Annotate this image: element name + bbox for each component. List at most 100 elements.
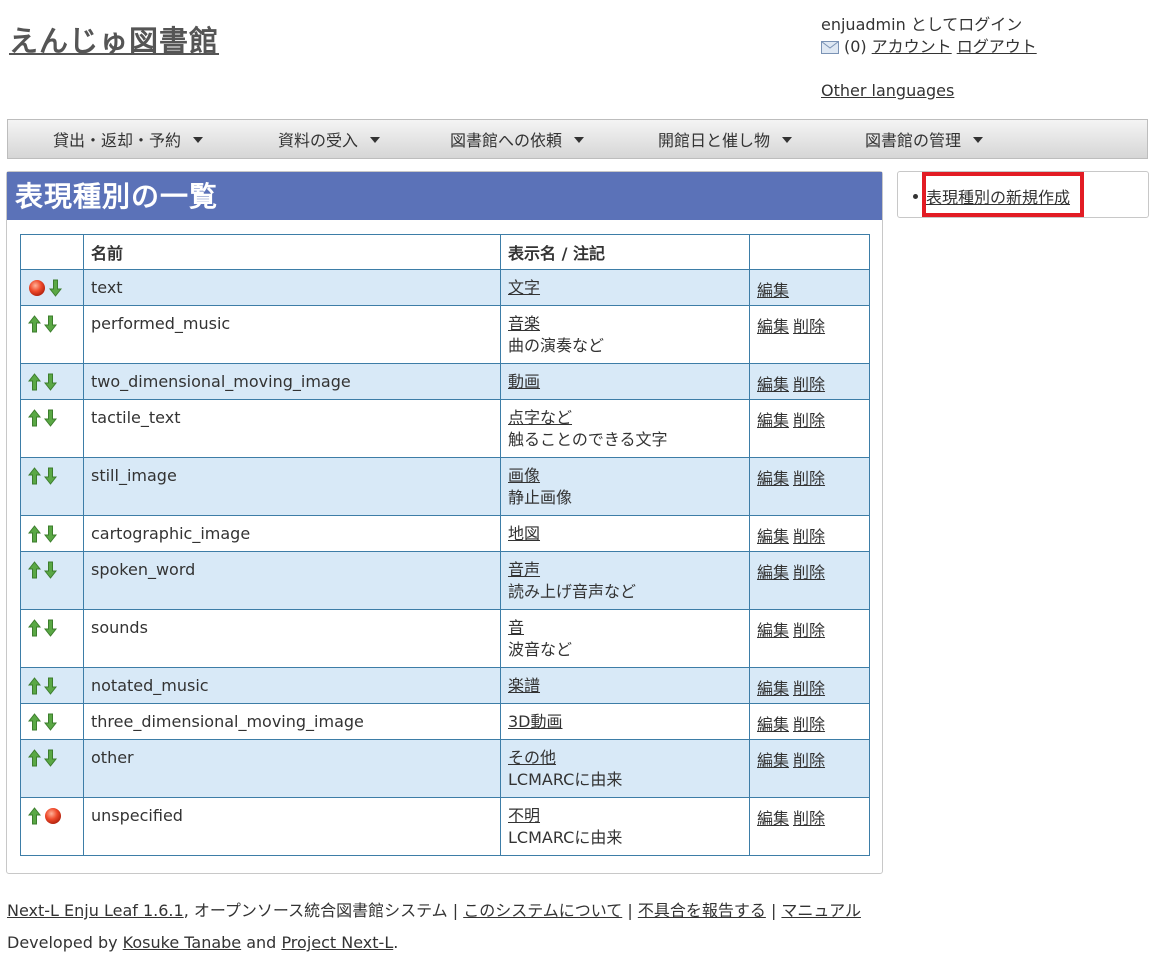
- delete-link[interactable]: 削除: [793, 411, 825, 430]
- edit-link[interactable]: 編集: [757, 469, 789, 488]
- manual-link[interactable]: マニュアル: [781, 901, 861, 920]
- content-type-name: other: [91, 748, 134, 767]
- display-name-link[interactable]: 3D動画: [508, 711, 742, 733]
- arrow-down-icon[interactable]: [44, 467, 57, 485]
- edit-link[interactable]: 編集: [757, 715, 789, 734]
- edit-link[interactable]: 編集: [757, 679, 789, 698]
- display-name-link[interactable]: 文字: [508, 277, 742, 299]
- name-cell: unspecified: [83, 797, 501, 856]
- table-row: sounds 音波音など 編集 削除: [20, 609, 870, 668]
- edit-link[interactable]: 編集: [757, 621, 789, 640]
- edit-link[interactable]: 編集: [757, 375, 789, 394]
- arrow-down-icon[interactable]: [44, 713, 57, 731]
- display-name-link[interactable]: 画像: [508, 465, 742, 487]
- product-link[interactable]: Next-L Enju Leaf 1.6.1: [7, 901, 184, 920]
- arrow-down-icon[interactable]: [44, 315, 57, 333]
- site-title[interactable]: えんじゅ図書館: [9, 18, 219, 60]
- logout-link[interactable]: ログアウト: [957, 36, 1037, 58]
- report-link[interactable]: 不具合を報告する: [638, 901, 766, 920]
- display-name-link[interactable]: 音: [508, 617, 742, 639]
- nav-circulation[interactable]: 貸出・返却・予約: [53, 120, 204, 160]
- delete-link[interactable]: 削除: [793, 621, 825, 640]
- delete-link[interactable]: 削除: [793, 317, 825, 336]
- other-languages[interactable]: Other languages: [821, 81, 954, 100]
- display-name-link[interactable]: 不明: [508, 805, 742, 827]
- nav-requests[interactable]: 図書館への依頼: [450, 120, 585, 160]
- table-row: spoken_word 音声 読み上げ音声など 編集 削除: [20, 551, 870, 610]
- name-cell: tactile_text: [83, 399, 501, 458]
- footer: Next-L Enju Leaf 1.6.1, オープンソース統合図書館システム…: [7, 895, 861, 959]
- mail-icon[interactable]: [821, 40, 839, 54]
- arrow-down-icon[interactable]: [44, 619, 57, 637]
- delete-link[interactable]: 削除: [793, 751, 825, 770]
- note-text: 曲の演奏など: [508, 336, 605, 355]
- arrow-down-icon[interactable]: [44, 561, 57, 579]
- header-order: [20, 234, 84, 270]
- arrow-up-icon[interactable]: [28, 561, 41, 579]
- display-cell: 音声 読み上げ音声など: [500, 551, 750, 610]
- actions-cell: 編集 削除: [749, 551, 870, 610]
- arrow-down-icon[interactable]: [44, 409, 57, 427]
- name-cell: spoken_word: [83, 551, 501, 610]
- order-cell: [20, 551, 84, 610]
- note-text: 触ることのできる文字: [508, 430, 668, 449]
- order-cell: [20, 515, 84, 552]
- author-link[interactable]: Kosuke Tanabe: [123, 933, 241, 952]
- display-name-link[interactable]: 地図: [508, 523, 742, 545]
- edit-link[interactable]: 編集: [757, 411, 789, 430]
- arrow-up-icon[interactable]: [28, 807, 41, 825]
- delete-link[interactable]: 削除: [793, 469, 825, 488]
- display-name-link[interactable]: 楽譜: [508, 675, 742, 697]
- delete-link[interactable]: 削除: [793, 809, 825, 828]
- nav-admin[interactable]: 図書館の管理: [865, 120, 984, 160]
- delete-link[interactable]: 削除: [793, 715, 825, 734]
- edit-link[interactable]: 編集: [757, 809, 789, 828]
- name-cell: other: [83, 739, 501, 798]
- about-link[interactable]: このシステムについて: [463, 901, 622, 920]
- display-cell: 点字など 触ることのできる文字: [500, 399, 750, 458]
- arrow-up-icon[interactable]: [28, 677, 41, 695]
- arrow-down-icon[interactable]: [49, 279, 62, 297]
- arrow-down-icon[interactable]: [44, 677, 57, 695]
- arrow-up-icon[interactable]: [28, 525, 41, 543]
- table-body: text 文字 編集 performed_music 音楽 曲の演奏など 編集 削除 two_d…: [20, 269, 870, 856]
- arrow-up-icon[interactable]: [28, 749, 41, 767]
- arrow-up-icon[interactable]: [28, 713, 41, 731]
- arrow-up-icon[interactable]: [28, 467, 41, 485]
- arrow-up-icon[interactable]: [28, 315, 41, 333]
- display-name-link[interactable]: 動画: [508, 371, 742, 393]
- edit-link[interactable]: 編集: [757, 317, 789, 336]
- site-title-link[interactable]: えんじゅ図書館: [9, 24, 219, 58]
- edit-link[interactable]: 編集: [757, 751, 789, 770]
- arrow-up-icon[interactable]: [28, 409, 41, 427]
- display-name-link[interactable]: 音声: [508, 559, 742, 581]
- arrow-up-icon[interactable]: [28, 619, 41, 637]
- delete-link[interactable]: 削除: [793, 375, 825, 394]
- delete-link[interactable]: 削除: [793, 563, 825, 582]
- note-text: 静止画像: [508, 488, 573, 507]
- account-link[interactable]: アカウント: [872, 36, 952, 58]
- main-nav: 貸出・返却・予約 資料の受入 図書館への依頼 開館日と催し物 図書館の管理: [7, 119, 1148, 159]
- arrow-down-icon[interactable]: [44, 373, 57, 391]
- arrow-up-icon[interactable]: [28, 373, 41, 391]
- display-name-link[interactable]: 音楽: [508, 313, 742, 335]
- actions-cell: 編集 削除: [749, 399, 870, 458]
- edit-link[interactable]: 編集: [757, 281, 789, 300]
- name-cell: two_dimensional_moving_image: [83, 363, 501, 400]
- table-row: cartographic_image 地図 編集 削除: [20, 515, 870, 552]
- nav-acquisition[interactable]: 資料の受入: [278, 120, 381, 160]
- display-name-link[interactable]: 点字など: [508, 407, 742, 429]
- arrow-down-icon[interactable]: [44, 749, 57, 767]
- nav-events[interactable]: 開館日と催し物: [658, 120, 793, 160]
- content-type-table: 名前 表示名 / 注記 text 文字 編集 performed_music 音楽 曲の演…: [20, 234, 870, 856]
- delete-link[interactable]: 削除: [793, 527, 825, 546]
- edit-link[interactable]: 編集: [757, 563, 789, 582]
- display-cell: 動画: [500, 363, 750, 400]
- delete-link[interactable]: 削除: [793, 679, 825, 698]
- edit-link[interactable]: 編集: [757, 527, 789, 546]
- display-name-link[interactable]: その他: [508, 747, 742, 769]
- other-languages-link[interactable]: Other languages: [821, 81, 954, 100]
- actions-cell: 編集 削除: [749, 515, 870, 552]
- arrow-down-icon[interactable]: [44, 525, 57, 543]
- project-link[interactable]: Project Next-L: [281, 933, 393, 952]
